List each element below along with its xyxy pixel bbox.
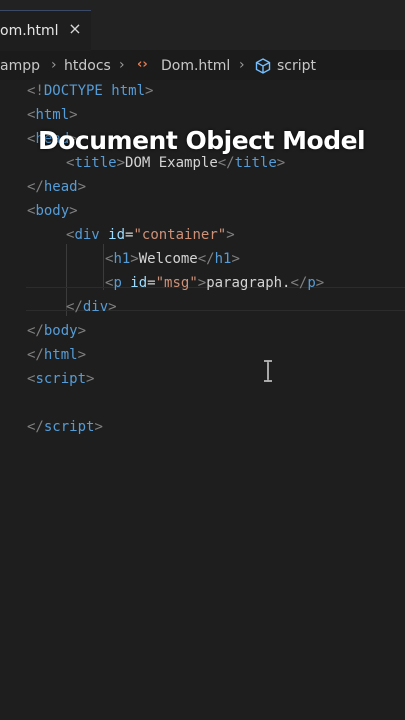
- code-token: id: [121, 275, 148, 291]
- breadcrumb-item-dom-html[interactable]: Dom.html: [161, 58, 230, 74]
- code-token: >: [130, 251, 139, 267]
- breadcrumb-item-script[interactable]: script: [277, 58, 316, 74]
- code-token: </: [27, 347, 44, 363]
- code-token: html: [35, 107, 70, 123]
- code-line: </html>: [27, 344, 86, 366]
- code-token: paragraph.: [206, 275, 291, 291]
- code-token: </: [27, 419, 44, 435]
- code-token: >: [276, 155, 286, 171]
- code-token: </: [66, 299, 83, 315]
- code-token: </: [197, 251, 215, 267]
- code-line: </head>: [27, 176, 86, 198]
- code-token: >: [77, 347, 87, 363]
- code-token: "msg": [155, 275, 198, 291]
- code-token: html: [43, 347, 78, 363]
- code-token: >: [94, 419, 103, 435]
- code-token: >: [231, 251, 240, 267]
- code-token: Welcome: [138, 251, 198, 267]
- video-caption-title: Document Object Model: [38, 126, 366, 155]
- chevron-right-icon: ›: [119, 57, 125, 73]
- breadcrumb: ampp › htdocs › ‹› Dom.html › script: [0, 56, 405, 78]
- html-file-icon: ‹›: [137, 57, 148, 72]
- code-token: id: [99, 227, 126, 243]
- code-token: >: [69, 107, 78, 123]
- code-line: <title>DOM Example</title>: [66, 152, 285, 174]
- code-line: <body>: [27, 200, 78, 222]
- code-token: title: [234, 155, 277, 171]
- breadcrumb-item-xampp[interactable]: ampp: [0, 58, 40, 74]
- code-token: p: [113, 275, 122, 291]
- cube-icon: [255, 58, 271, 74]
- code-line: <div id="container">: [66, 224, 235, 246]
- code-token: <!: [27, 83, 44, 99]
- code-token: script: [43, 419, 95, 435]
- code-token: html: [102, 83, 146, 99]
- tab-bar: om.html ×: [0, 0, 405, 51]
- code-token: div: [82, 299, 109, 315]
- code-token: >: [77, 323, 87, 339]
- code-token: >: [145, 83, 154, 99]
- code-token: DOCTYPE: [43, 83, 103, 99]
- code-token: "container": [133, 227, 227, 243]
- code-line: <html>: [27, 104, 78, 126]
- code-token: DOM Example: [125, 155, 218, 171]
- code-token: </: [290, 275, 308, 291]
- i-beam-cursor-icon: [264, 360, 272, 382]
- close-icon[interactable]: ×: [66, 20, 84, 38]
- indent-guide: [103, 244, 104, 290]
- code-token: h1: [113, 251, 131, 267]
- code-token: =: [147, 275, 156, 291]
- code-token: script: [35, 371, 87, 387]
- code-token: >: [116, 155, 126, 171]
- code-token: div: [74, 227, 100, 243]
- code-line: <!DOCTYPE html>: [27, 80, 153, 102]
- code-token: >: [197, 275, 207, 291]
- code-token: body: [43, 323, 78, 339]
- code-line: </div>: [66, 296, 117, 318]
- code-line: <h1>Welcome</h1>: [105, 248, 240, 270]
- code-token: >: [77, 179, 87, 195]
- breadcrumb-item-htdocs[interactable]: htdocs: [64, 58, 111, 74]
- tab-label: om.html: [0, 23, 59, 39]
- code-token: </: [27, 323, 44, 339]
- editor-tab-dom-html[interactable]: om.html ×: [0, 10, 91, 51]
- code-token: >: [69, 203, 78, 219]
- code-token: body: [35, 203, 70, 219]
- code-line: </script>: [27, 416, 103, 438]
- code-token: >: [108, 299, 117, 315]
- code-token: </: [217, 155, 235, 171]
- chevron-right-icon: ›: [239, 57, 245, 73]
- code-line: </body>: [27, 320, 86, 342]
- code-token: >: [315, 275, 325, 291]
- code-token: h1: [214, 251, 232, 267]
- code-line: <p id="msg">paragraph.</p>: [105, 272, 324, 294]
- code-token: </: [27, 179, 44, 195]
- chevron-right-icon: ›: [51, 57, 57, 73]
- code-line: <script>: [27, 368, 94, 390]
- code-token: >: [86, 371, 95, 387]
- code-token: head: [43, 179, 78, 195]
- code-token: p: [307, 275, 316, 291]
- code-token: title: [74, 155, 117, 171]
- code-token: >: [226, 227, 235, 243]
